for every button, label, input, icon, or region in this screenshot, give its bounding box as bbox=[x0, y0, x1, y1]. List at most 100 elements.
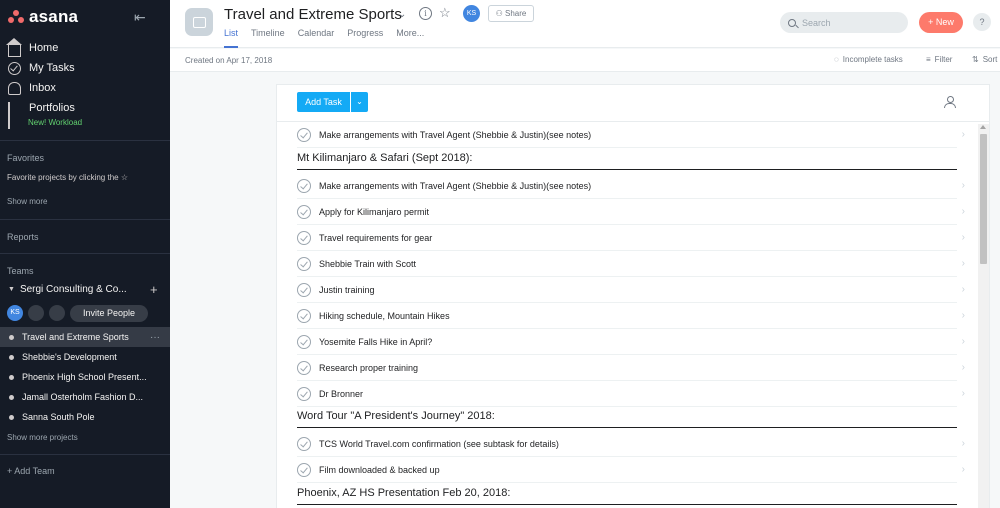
project-item[interactable]: Sanna South Pole bbox=[0, 407, 170, 427]
chevron-right-icon[interactable]: › bbox=[962, 284, 965, 295]
projects-show-more[interactable]: Show more projects bbox=[7, 433, 78, 442]
task-name[interactable]: Film downloaded & backed up bbox=[319, 465, 440, 475]
task-name[interactable]: Yosemite Falls Hike in April? bbox=[319, 337, 432, 347]
task-row[interactable]: Travel requirements for gear › bbox=[297, 225, 965, 251]
task-row[interactable]: Yosemite Falls Hike in April? › bbox=[297, 329, 965, 355]
task-row[interactable]: Apply for Kilimanjaro permit › bbox=[297, 199, 965, 225]
check-circle-icon[interactable] bbox=[297, 127, 311, 142]
chevron-right-icon[interactable]: › bbox=[962, 388, 965, 399]
project-item[interactable]: Travel and Extreme Sports ··· bbox=[0, 327, 170, 347]
help-button[interactable]: ? bbox=[973, 13, 991, 31]
check-circle-icon[interactable] bbox=[297, 204, 311, 219]
task-name[interactable]: Apply for Kilimanjaro permit bbox=[319, 207, 429, 217]
chevron-right-icon[interactable]: › bbox=[962, 464, 965, 475]
search-input[interactable] bbox=[802, 17, 902, 28]
project-list-icon[interactable] bbox=[185, 8, 213, 36]
more-icon[interactable]: ··· bbox=[150, 332, 160, 343]
task-row[interactable]: Make arrangements with Travel Agent (She… bbox=[297, 122, 965, 148]
project-item[interactable]: Shebbie's Development bbox=[0, 347, 170, 367]
tab-list[interactable]: List bbox=[224, 28, 239, 48]
home-icon bbox=[6, 37, 22, 57]
asana-logo[interactable]: asana bbox=[8, 7, 78, 26]
chevron-right-icon[interactable]: › bbox=[962, 129, 965, 140]
chevron-right-icon[interactable]: › bbox=[962, 206, 965, 217]
invite-people-button[interactable]: Invite People bbox=[70, 305, 148, 322]
check-circle-icon[interactable] bbox=[297, 334, 311, 349]
search-bar[interactable] bbox=[780, 12, 908, 33]
add-task-button[interactable]: Add Task bbox=[297, 92, 350, 112]
check-circle-icon[interactable] bbox=[297, 282, 311, 297]
task-row[interactable]: TCS World Travel.com confirmation (see s… bbox=[297, 431, 965, 457]
check-circle-icon[interactable] bbox=[297, 308, 311, 323]
chevron-right-icon[interactable]: › bbox=[962, 438, 965, 449]
chevron-right-icon[interactable]: › bbox=[962, 180, 965, 191]
share-button[interactable]: ⚇ Share bbox=[488, 5, 534, 22]
check-circle-icon[interactable] bbox=[297, 360, 311, 375]
new-button[interactable]: + New bbox=[919, 12, 963, 33]
tab-progress[interactable]: Progress bbox=[347, 28, 383, 48]
nav-home[interactable]: Home bbox=[6, 37, 58, 57]
task-row[interactable]: Research proper training › bbox=[297, 355, 965, 381]
chevron-down-icon[interactable]: ⌄ bbox=[351, 92, 368, 112]
add-team-button[interactable]: + Add Team bbox=[7, 466, 55, 476]
chevron-right-icon[interactable]: › bbox=[962, 336, 965, 347]
chevron-right-icon[interactable]: › bbox=[962, 232, 965, 243]
task-name[interactable]: Make arrangements with Travel Agent (She… bbox=[319, 181, 591, 191]
tab-timeline[interactable]: Timeline bbox=[251, 28, 285, 48]
page-title[interactable]: Travel and Extreme Sports bbox=[224, 6, 402, 23]
project-item[interactable]: Jamall Osterholm Fashion D... bbox=[0, 387, 170, 407]
task-row[interactable]: Dr Bronner › bbox=[297, 381, 965, 407]
incomplete-tasks-filter[interactable]: ◌ Incomplete tasks bbox=[834, 55, 903, 64]
task-name[interactable]: Dr Bronner bbox=[319, 389, 363, 399]
sort-button[interactable]: ⇅ Sort bbox=[972, 55, 997, 64]
section-header[interactable]: Phoenix, AZ HS Presentation Feb 20, 2018… bbox=[297, 484, 957, 505]
task-name[interactable]: Justin training bbox=[319, 285, 375, 295]
scrollbar-thumb[interactable] bbox=[980, 134, 987, 264]
asana-logo-icon bbox=[8, 10, 24, 24]
add-project-icon[interactable]: + bbox=[150, 282, 158, 297]
task-name[interactable]: TCS World Travel.com confirmation (see s… bbox=[319, 439, 559, 449]
reports-title[interactable]: Reports bbox=[7, 232, 39, 242]
scrollbar[interactable] bbox=[978, 124, 989, 508]
chevron-right-icon[interactable]: › bbox=[962, 310, 965, 321]
check-circle-icon[interactable] bbox=[297, 462, 311, 477]
avatar[interactable]: KS bbox=[463, 5, 480, 22]
tab-more[interactable]: More... bbox=[396, 28, 424, 48]
task-name[interactable]: Shebbie Train with Scott bbox=[319, 259, 416, 269]
task-row[interactable]: Film downloaded & backed up › bbox=[297, 457, 965, 483]
scroll-up-icon[interactable] bbox=[980, 125, 986, 129]
chevron-down-icon[interactable]: ⌄ bbox=[398, 9, 406, 20]
info-icon[interactable]: i bbox=[419, 7, 432, 20]
favorites-show-more[interactable]: Show more bbox=[7, 197, 47, 206]
check-circle-icon[interactable] bbox=[297, 230, 311, 245]
nav-my-tasks[interactable]: My Tasks bbox=[8, 59, 75, 77]
workload-link[interactable]: New! Workload bbox=[28, 118, 82, 127]
collapse-sidebar-icon[interactable]: ⇤ bbox=[134, 9, 154, 25]
task-name[interactable]: Make arrangements with Travel Agent (She… bbox=[319, 130, 591, 140]
nav-inbox[interactable]: Inbox bbox=[8, 79, 56, 97]
chevron-right-icon[interactable]: › bbox=[962, 362, 965, 373]
task-row[interactable]: Hiking schedule, Mountain Hikes › bbox=[297, 303, 965, 329]
check-circle-icon[interactable] bbox=[297, 436, 311, 451]
check-circle-icon[interactable] bbox=[297, 386, 311, 401]
task-row[interactable]: Shebbie Train with Scott › bbox=[297, 251, 965, 277]
chevron-right-icon[interactable]: › bbox=[962, 258, 965, 269]
tab-calendar[interactable]: Calendar bbox=[298, 28, 335, 48]
filter-button[interactable]: ≡ Filter bbox=[926, 55, 952, 64]
project-item[interactable]: Phoenix High School Present... bbox=[0, 367, 170, 387]
task-name[interactable]: Hiking schedule, Mountain Hikes bbox=[319, 311, 450, 321]
task-row[interactable]: Justin training › bbox=[297, 277, 965, 303]
task-name[interactable]: Travel requirements for gear bbox=[319, 233, 432, 243]
avatar[interactable]: KS bbox=[7, 305, 23, 321]
task-name[interactable]: Research proper training bbox=[319, 363, 418, 373]
team-name[interactable]: ▼ Sergi Consulting & Co... bbox=[8, 284, 127, 295]
nav-portfolios[interactable]: Portfolios bbox=[8, 99, 75, 129]
check-circle-icon[interactable] bbox=[297, 178, 311, 193]
star-icon[interactable]: ☆ bbox=[439, 5, 451, 21]
section-header[interactable]: Word Tour "A President's Journey" 2018: bbox=[297, 407, 957, 428]
section-header[interactable]: Mt Kilimanjaro & Safari (Sept 2018): bbox=[297, 149, 957, 170]
task-list: Add Task ⌄ Make arrangements with Travel… bbox=[276, 84, 990, 508]
person-icon[interactable] bbox=[944, 96, 956, 108]
check-circle-icon[interactable] bbox=[297, 256, 311, 271]
task-row[interactable]: Make arrangements with Travel Agent (She… bbox=[297, 173, 965, 199]
